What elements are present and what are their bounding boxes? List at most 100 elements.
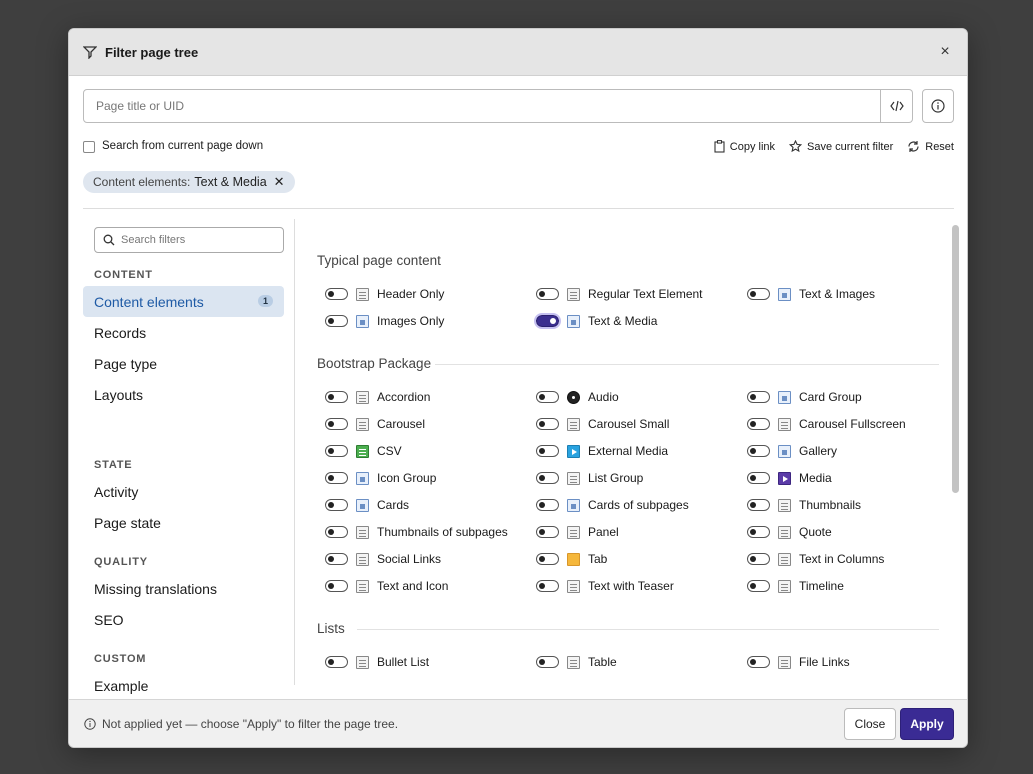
toggle-switch[interactable] <box>747 580 770 592</box>
toggle-switch[interactable] <box>325 580 348 592</box>
toggle-switch[interactable] <box>536 656 559 668</box>
close-button[interactable]: Close <box>844 708 896 740</box>
reset-button[interactable]: Reset <box>907 140 954 153</box>
sidebar-item-records[interactable]: Records <box>83 317 284 348</box>
toggle-switch[interactable] <box>536 288 559 300</box>
toggle-switch[interactable] <box>325 499 348 511</box>
sidebar-item-activity[interactable]: Activity <box>83 476 284 507</box>
content-element-option[interactable]: Thumbnails <box>747 497 861 513</box>
toggle-switch[interactable] <box>747 418 770 430</box>
toggle-switch[interactable] <box>325 445 348 457</box>
content-element-option[interactable]: Header Only <box>325 286 444 302</box>
toggle-switch[interactable] <box>536 526 559 538</box>
content-element-option[interactable]: File Links <box>747 654 850 670</box>
content-element-option[interactable]: Cards of subpages <box>536 497 689 513</box>
content-element-option[interactable]: Carousel <box>325 416 425 432</box>
sidebar-item-page-state[interactable]: Page state <box>83 507 284 538</box>
content-element-option[interactable]: CSV <box>325 443 402 459</box>
toggle-switch[interactable] <box>325 315 348 327</box>
sidebar-group-state: STATE Activity Page state <box>83 459 284 538</box>
content-element-option[interactable]: Media <box>747 470 832 486</box>
content-element-option[interactable]: Accordion <box>325 389 430 405</box>
content-element-option[interactable]: Carousel Small <box>536 416 669 432</box>
toggle-switch[interactable] <box>325 288 348 300</box>
toggle-switch[interactable] <box>747 553 770 565</box>
copy-link-label: Copy link <box>729 140 776 153</box>
toggle-switch[interactable] <box>747 445 770 457</box>
content-element-option[interactable]: Icon Group <box>325 470 436 486</box>
toggle-switch[interactable] <box>747 656 770 668</box>
content-element-option[interactable]: Panel <box>536 524 619 540</box>
cards-subpages-icon <box>567 498 580 512</box>
copy-link-button[interactable]: Copy link <box>714 140 775 153</box>
toggle-switch[interactable] <box>536 580 559 592</box>
content-element-option[interactable]: Timeline <box>747 578 844 594</box>
code-icon <box>889 100 904 112</box>
toggle-switch[interactable] <box>536 418 559 430</box>
content-element-option[interactable]: Text in Columns <box>747 551 884 567</box>
page-search-input[interactable] <box>83 89 881 123</box>
toggle-switch[interactable] <box>325 418 348 430</box>
sidebar-item-label: Page state <box>94 514 161 531</box>
info-button[interactable] <box>922 89 954 123</box>
sidebar-item-page-type[interactable]: Page type <box>83 348 284 379</box>
content-element-label: Text in Columns <box>799 552 885 566</box>
content-element-option[interactable]: Card Group <box>747 389 862 405</box>
content-element-option[interactable]: External Media <box>536 443 668 459</box>
content-element-option[interactable]: Cards <box>325 497 409 513</box>
chip-value: Text & Media <box>194 175 267 189</box>
toggle-switch[interactable] <box>747 391 770 403</box>
tab-icon <box>567 552 580 566</box>
icon-group-icon <box>356 471 369 485</box>
content-element-option[interactable]: List Group <box>536 470 643 486</box>
save-filter-button[interactable]: Save current filter <box>789 140 893 153</box>
dialog-title: Filter page tree <box>105 44 199 60</box>
toggle-switch[interactable] <box>325 472 348 484</box>
scrollbar[interactable] <box>952 225 959 493</box>
content-element-option[interactable]: Thumbnails of subpages <box>325 524 508 540</box>
content-element-option[interactable]: Social Links <box>325 551 441 567</box>
content-element-option[interactable]: Regular Text Element <box>536 286 703 302</box>
sidebar-item-label: SEO <box>94 611 124 628</box>
sidebar-item-layouts[interactable]: Layouts <box>83 379 284 410</box>
content-element-option[interactable]: Bullet List <box>325 654 429 670</box>
remove-filter-icon[interactable]: ✕ <box>274 174 285 190</box>
toggle-switch[interactable] <box>747 472 770 484</box>
search-icon <box>103 234 115 246</box>
search-from-current-checkbox[interactable] <box>83 141 95 153</box>
content-element-label: Panel <box>588 525 619 539</box>
sidebar-item-content-elements[interactable]: Content elements 1 <box>83 286 284 317</box>
content-element-option[interactable]: Gallery <box>747 443 837 459</box>
content-element-option[interactable]: Images Only <box>325 313 444 329</box>
toggle-switch[interactable] <box>536 553 559 565</box>
content-element-option[interactable]: Tab <box>536 551 607 567</box>
content-element-option[interactable]: Text and Icon <box>325 578 448 594</box>
content-element-option[interactable]: Text & Images <box>747 286 875 302</box>
apply-button[interactable]: Apply <box>900 708 954 740</box>
toggle-switch[interactable] <box>747 499 770 511</box>
toggle-switch[interactable] <box>325 526 348 538</box>
close-icon[interactable]: × <box>937 44 953 60</box>
toggle-switch[interactable] <box>747 288 770 300</box>
toggle-switch[interactable] <box>325 391 348 403</box>
content-element-label: Accordion <box>377 390 431 404</box>
toggle-switch[interactable] <box>325 656 348 668</box>
toggle-switch[interactable] <box>536 499 559 511</box>
content-element-option[interactable]: Quote <box>747 524 832 540</box>
toggle-switch[interactable] <box>325 553 348 565</box>
sidebar-item-missing-translations[interactable]: Missing translations <box>83 573 284 604</box>
filter-search-input[interactable] <box>121 234 271 246</box>
content-element-option[interactable]: Text & Media <box>534 313 657 329</box>
content-element-option[interactable]: Audio <box>536 389 619 405</box>
toggle-switch[interactable] <box>536 445 559 457</box>
content-element-option[interactable]: Table <box>536 654 617 670</box>
toggle-switch[interactable] <box>536 391 559 403</box>
code-toggle-button[interactable] <box>881 89 913 123</box>
sidebar-item-seo[interactable]: SEO <box>83 604 284 635</box>
toggle-switch[interactable] <box>747 526 770 538</box>
toggle-switch[interactable] <box>534 313 561 329</box>
content-element-option[interactable]: Carousel Fullscreen <box>747 416 906 432</box>
sidebar-item-example[interactable]: Example <box>83 670 284 701</box>
content-element-option[interactable]: Text with Teaser <box>536 578 674 594</box>
toggle-switch[interactable] <box>536 472 559 484</box>
